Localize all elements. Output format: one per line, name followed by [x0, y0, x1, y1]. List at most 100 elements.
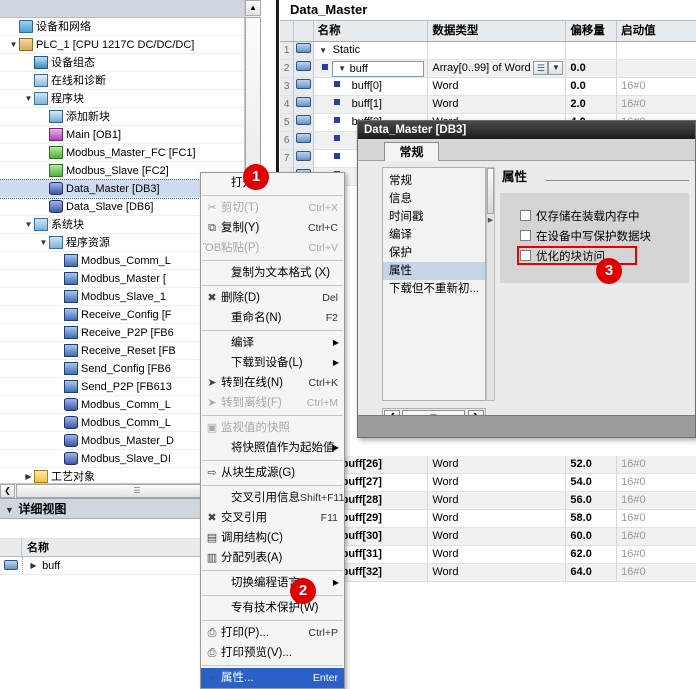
properties-nav-item-3[interactable]: 编译 [383, 226, 485, 244]
row-datatype-cell[interactable]: Word [428, 474, 566, 492]
properties-nav-scroll-thumb[interactable] [487, 168, 494, 214]
scroll-left-button[interactable]: ❮ [0, 484, 15, 498]
tree-item-1[interactable]: PLC_1 [CPU 1217C DC/DC/DC] [0, 36, 260, 54]
tree-chevron-icon[interactable] [23, 216, 34, 234]
collapse-chevron-icon[interactable] [4, 500, 15, 520]
row-number-cell[interactable]: 4 [280, 96, 294, 114]
row-startvalue-cell[interactable]: 16#0 [617, 564, 696, 582]
row-number-cell[interactable]: 6 [280, 132, 294, 150]
datatype-tools[interactable]: ▼ [533, 61, 563, 78]
tab-general[interactable]: 常规 [384, 142, 439, 162]
properties-nav-item-5[interactable]: 属性 [383, 262, 485, 280]
menu-item-24[interactable]: ▥分配列表(A) [201, 548, 344, 568]
row-number-cell[interactable]: 2 [280, 60, 294, 78]
row-number-cell[interactable]: 1 [280, 42, 294, 60]
row-offset-cell[interactable]: 2.0 [566, 96, 617, 114]
tree-item-5[interactable]: 添加新块 [0, 108, 260, 126]
menu-item-33[interactable]: ⌕属性...Enter [201, 668, 344, 688]
table-row[interactable]: 3 buff[0]Word0.016#0 [280, 78, 696, 96]
tree-item-0[interactable]: 设备和网络 [0, 18, 260, 36]
tree-item-3[interactable]: 在线和诊断 [0, 72, 260, 90]
row-startvalue-cell[interactable]: 16#0 [617, 474, 696, 492]
row-startvalue-cell[interactable]: 16#0 [617, 96, 696, 114]
row-number-cell[interactable]: 3 [280, 78, 294, 96]
menu-item-19[interactable]: ⇨从块生成源(G) [201, 463, 344, 483]
row-offset-cell[interactable]: 56.0 [566, 492, 617, 510]
row-tag-icon-cell[interactable] [294, 60, 313, 78]
tree-chevron-icon[interactable] [8, 36, 19, 54]
tree-chevron-icon[interactable] [38, 234, 49, 252]
row-datatype-cell[interactable]: Word [428, 510, 566, 528]
row-datatype-cell[interactable]: Word [428, 96, 566, 114]
menu-item-13[interactable]: ➤转到在线(N)Ctrl+K [201, 373, 344, 393]
row-offset-cell[interactable]: 64.0 [566, 564, 617, 582]
row-name-cell[interactable]: buff[1] [314, 96, 429, 114]
property-checkbox-row-2[interactable]: 优化的块访问 [500, 247, 689, 267]
scroll-up-button[interactable]: ▲ [245, 0, 261, 16]
checkbox-input[interactable] [520, 230, 531, 241]
row-datatype-cell[interactable]: Word [428, 528, 566, 546]
row-startvalue-cell[interactable]: 16#0 [617, 546, 696, 564]
row-datatype-cell[interactable]: Array[0..99] of Word▼ [428, 60, 566, 78]
menu-item-21[interactable]: 交叉引用信息Shift+F11 [201, 488, 344, 508]
col-header-datatype[interactable]: 数据类型 [428, 21, 566, 41]
row-datatype-cell[interactable]: Word [428, 546, 566, 564]
properties-nav-item-6[interactable]: 下载但不重新初... [383, 280, 485, 298]
chevron-down-icon[interactable]: ▼ [548, 61, 563, 75]
row-offset-cell[interactable]: 0.0 [566, 78, 617, 96]
row-datatype-cell[interactable]: Word [428, 456, 566, 474]
expand-chevron-icon[interactable] [28, 557, 39, 575]
row-offset-cell[interactable]: 60.0 [566, 528, 617, 546]
row-name-cell[interactable]: buff[0] [314, 78, 429, 96]
row-number-cell[interactable]: 7 [280, 150, 294, 168]
row-offset-cell[interactable] [566, 42, 617, 60]
menu-item-30[interactable]: ⎙打印(P)...Ctrl+P [201, 623, 344, 643]
menu-item-6[interactable]: 复制为文本格式 (X) [201, 263, 344, 283]
row-startvalue-cell[interactable]: 16#0 [617, 456, 696, 474]
row-name-cell[interactable]: Static [314, 42, 429, 60]
menu-item-9[interactable]: 重命名(N)F2 [201, 308, 344, 328]
tree-item-6[interactable]: Main [OB1] [0, 126, 260, 144]
table-row[interactable]: 1 Static [280, 42, 696, 60]
properties-nav-item-0[interactable]: 常规 [383, 172, 485, 190]
menu-item-23[interactable]: ▤调用结构(C) [201, 528, 344, 548]
row-datatype-cell[interactable]: Word [428, 492, 566, 510]
menu-item-3[interactable]: ⧉复制(Y)Ctrl+C [201, 218, 344, 238]
row-startvalue-cell[interactable] [617, 42, 696, 60]
menu-item-31[interactable]: ⎙打印预览(V)... [201, 643, 344, 663]
menu-item-26[interactable]: 切换编程语言▶ [201, 573, 344, 593]
checkbox-input[interactable] [520, 210, 531, 221]
row-offset-cell[interactable]: 54.0 [566, 474, 617, 492]
row-startvalue-cell[interactable]: 16#0 [617, 528, 696, 546]
row-offset-cell[interactable]: 52.0 [566, 456, 617, 474]
row-chevron-icon[interactable] [337, 62, 348, 76]
row-chevron-icon[interactable] [318, 42, 329, 59]
row-startvalue-cell[interactable] [617, 60, 696, 78]
datatype-list-icon[interactable] [533, 61, 548, 75]
menu-item-28[interactable]: 专有技术保护(W) [201, 598, 344, 618]
col-header-name[interactable]: 名称 [314, 21, 429, 41]
row-startvalue-cell[interactable]: 16#0 [617, 492, 696, 510]
row-name-cell[interactable]: buff [314, 60, 429, 78]
properties-nav-item-2[interactable]: 时间戳 [383, 208, 485, 226]
row-offset-cell[interactable]: 58.0 [566, 510, 617, 528]
tree-item-2[interactable]: 设备组态 [0, 54, 260, 72]
tree-item-4[interactable]: 程序块 [0, 90, 260, 108]
row-tag-icon-cell[interactable] [294, 78, 313, 96]
menu-item-0[interactable]: 打开 [201, 173, 344, 193]
property-checkbox-row-0[interactable]: 仅存储在装载内存中 [500, 207, 689, 227]
menu-item-8[interactable]: ✖删除(D)Del [201, 288, 344, 308]
menu-item-12[interactable]: 下载到设备(L)▶ [201, 353, 344, 373]
tree-item-7[interactable]: Modbus_Master_FC [FC1] [0, 144, 260, 162]
row-startvalue-cell[interactable]: 16#0 [617, 78, 696, 96]
tree-chevron-icon[interactable] [23, 90, 34, 108]
row-datatype-cell[interactable]: Word [428, 78, 566, 96]
row-number-cell[interactable]: 5 [280, 114, 294, 132]
row-startvalue-cell[interactable]: 16#0 [617, 510, 696, 528]
table-row[interactable]: 2buffArray[0..99] of Word▼0.0 [280, 60, 696, 78]
table-row[interactable]: 4 buff[1]Word2.016#0 [280, 96, 696, 114]
menu-item-11[interactable]: 编译▶ [201, 333, 344, 353]
row-tag-icon-cell[interactable] [294, 42, 313, 60]
row-tag-icon-cell[interactable] [294, 150, 313, 168]
row-tag-icon-cell[interactable] [294, 114, 313, 132]
